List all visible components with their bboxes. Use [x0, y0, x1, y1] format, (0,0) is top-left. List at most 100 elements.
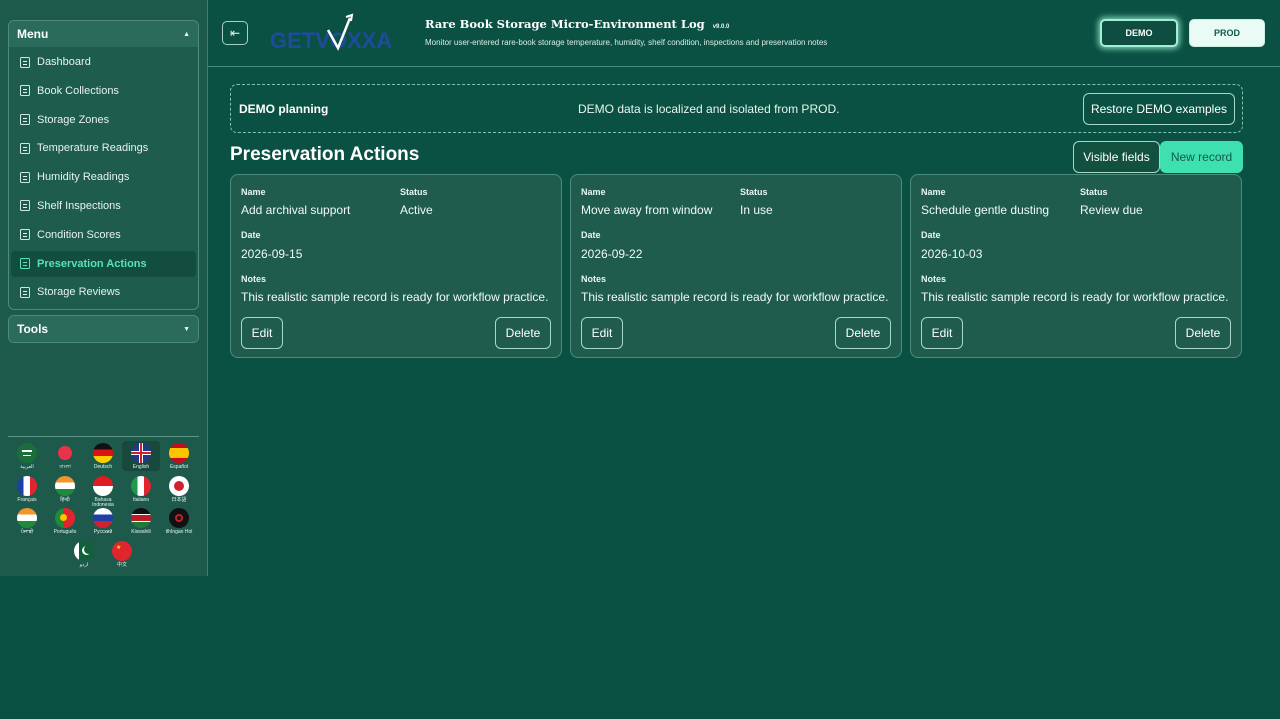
- edit-button[interactable]: Edit: [241, 317, 283, 349]
- sidebar-item-label: Storage Zones: [37, 113, 110, 126]
- logo: GETVOXXA: [268, 12, 413, 54]
- kenya-flag-icon: [131, 508, 151, 528]
- spain-flag-icon: [169, 443, 189, 463]
- language-option-hindi[interactable]: हिन्दी: [46, 476, 84, 503]
- bangladesh-flag-icon: [55, 443, 75, 463]
- document-icon: [20, 229, 30, 241]
- menu-list: Dashboard Book Collections Storage Zones…: [9, 47, 198, 305]
- sidebar-item-label: Condition Scores: [37, 228, 121, 241]
- japan-flag-icon: [169, 476, 189, 496]
- status-value: Active: [400, 203, 433, 217]
- delete-button[interactable]: Delete: [495, 317, 551, 349]
- notes-label: Notes: [921, 274, 947, 284]
- sidebar-item-storage-zones[interactable]: Storage Zones: [11, 107, 196, 133]
- record-card: Name Add archival support Status Active …: [230, 174, 562, 358]
- prod-env-button[interactable]: PROD: [1189, 19, 1265, 47]
- language-option-punjabi[interactable]: ਪੰਜਾਬੀ: [8, 508, 46, 535]
- language-option-japanese[interactable]: 日本語: [160, 476, 198, 503]
- language-label: বাংলা: [59, 464, 71, 470]
- menu-toggle[interactable]: Menu ▲: [9, 21, 198, 47]
- language-option-spanish[interactable]: Español: [160, 443, 198, 470]
- language-label: 日本語: [171, 497, 187, 503]
- language-option-german[interactable]: Deutsch: [84, 443, 122, 470]
- notes-value: This realistic sample record is ready fo…: [921, 290, 1229, 304]
- document-icon: [20, 258, 30, 270]
- language-option-bangla[interactable]: বাংলা: [46, 443, 84, 470]
- notes-label: Notes: [241, 274, 267, 284]
- language-option-russian[interactable]: Русский: [84, 508, 122, 535]
- name-value: Add archival support: [241, 203, 351, 217]
- sidebar-item-temperature-readings[interactable]: Temperature Readings: [11, 135, 196, 161]
- sidebar-item-label: Preservation Actions: [37, 257, 147, 270]
- language-option-chinese[interactable]: ★ 中文: [103, 541, 141, 568]
- date-value: 2026-10-03: [921, 247, 983, 261]
- language-label: English: [132, 464, 150, 470]
- logo-mark: GETVOXXA: [270, 13, 392, 53]
- date-label: Date: [241, 230, 261, 240]
- sidebar-item-storage-reviews[interactable]: Storage Reviews: [11, 279, 196, 305]
- edit-button[interactable]: Edit: [921, 317, 963, 349]
- sidebar-item-book-collections[interactable]: Book Collections: [11, 78, 196, 104]
- sidebar-item-shelf-inspections[interactable]: Shelf Inspections: [11, 193, 196, 219]
- document-icon: [20, 171, 30, 183]
- collapse-sidebar-icon: ⇤: [229, 26, 241, 40]
- italy-flag-icon: [131, 476, 151, 496]
- app-subtitle: Monitor user-entered rare-book storage t…: [425, 38, 828, 47]
- delete-button[interactable]: Delete: [835, 317, 891, 349]
- language-label: Bahasa Indonesia: [92, 497, 114, 508]
- demo-env-button[interactable]: DEMO: [1100, 19, 1178, 47]
- language-option-english[interactable]: English: [122, 441, 160, 471]
- name-label: Name: [241, 187, 266, 197]
- collapse-sidebar-button[interactable]: ⇤: [222, 21, 248, 45]
- language-label: Português: [53, 529, 77, 535]
- sidebar-item-label: Dashboard: [37, 56, 91, 68]
- document-icon: [20, 56, 30, 68]
- portugal-flag-icon: [55, 508, 75, 528]
- sidebar-item-label: Storage Reviews: [37, 286, 121, 299]
- status-value: In use: [740, 203, 773, 217]
- language-option-french[interactable]: Français: [8, 476, 46, 503]
- sidebar-item-label: Shelf Inspections: [37, 199, 121, 212]
- tools-toggle[interactable]: Tools ▼: [9, 316, 198, 342]
- india-flag-icon: [17, 508, 37, 528]
- language-option-urdu[interactable]: اردو: [65, 541, 103, 568]
- language-label: العربية: [20, 464, 34, 470]
- language-option-klingon[interactable]: tlhIngan Hol: [160, 508, 198, 535]
- language-label: tlhIngan Hol: [165, 529, 193, 535]
- pakistan-flag-icon: [74, 541, 94, 561]
- sidebar-item-preservation-actions[interactable]: Preservation Actions: [11, 250, 196, 277]
- language-option-portuguese[interactable]: Português: [46, 508, 84, 535]
- date-label: Date: [921, 230, 941, 240]
- notes-label: Notes: [581, 274, 607, 284]
- sidebar-item-condition-scores[interactable]: Condition Scores: [11, 222, 196, 248]
- language-label: Deutsch: [93, 464, 113, 470]
- france-flag-icon: [17, 476, 37, 496]
- language-option-italian[interactable]: Italiano: [122, 476, 160, 503]
- language-option-indonesian[interactable]: Bahasa Indonesia: [84, 476, 122, 508]
- sidebar-item-label: Temperature Readings: [37, 142, 149, 155]
- chevron-down-icon: ▼: [183, 325, 190, 333]
- menu-panel: Menu ▲ Dashboard Book Collections Storag…: [8, 20, 199, 310]
- tools-panel: Tools ▼: [8, 315, 199, 343]
- status-label: Status: [400, 187, 428, 197]
- status-label: Status: [1080, 187, 1108, 197]
- language-option-swahili[interactable]: Kiswahili: [122, 508, 160, 535]
- edit-button[interactable]: Edit: [581, 317, 623, 349]
- language-label: ਪੰਜਾਬੀ: [20, 529, 34, 535]
- language-option-arabic[interactable]: العربية: [8, 443, 46, 470]
- status-value: Review due: [1080, 203, 1143, 217]
- app-title-text: Rare Book Storage Micro-Environment Log: [425, 17, 705, 31]
- restore-demo-button[interactable]: Restore DEMO examples: [1083, 93, 1235, 125]
- document-icon: [20, 114, 30, 126]
- record-card: Name Move away from window Status In use…: [570, 174, 902, 358]
- new-record-button[interactable]: New record: [1160, 141, 1243, 173]
- app-title: Rare Book Storage Micro-Environment Log …: [425, 17, 729, 31]
- saudi-flag-icon: [17, 443, 37, 463]
- sidebar-item-dashboard[interactable]: Dashboard: [11, 49, 196, 75]
- sidebar-item-humidity-readings[interactable]: Humidity Readings: [11, 164, 196, 190]
- status-label: Status: [740, 187, 768, 197]
- language-label: हिन्दी: [60, 497, 70, 503]
- date-value: 2026-09-22: [581, 247, 643, 261]
- visible-fields-button[interactable]: Visible fields: [1073, 141, 1160, 173]
- delete-button[interactable]: Delete: [1175, 317, 1231, 349]
